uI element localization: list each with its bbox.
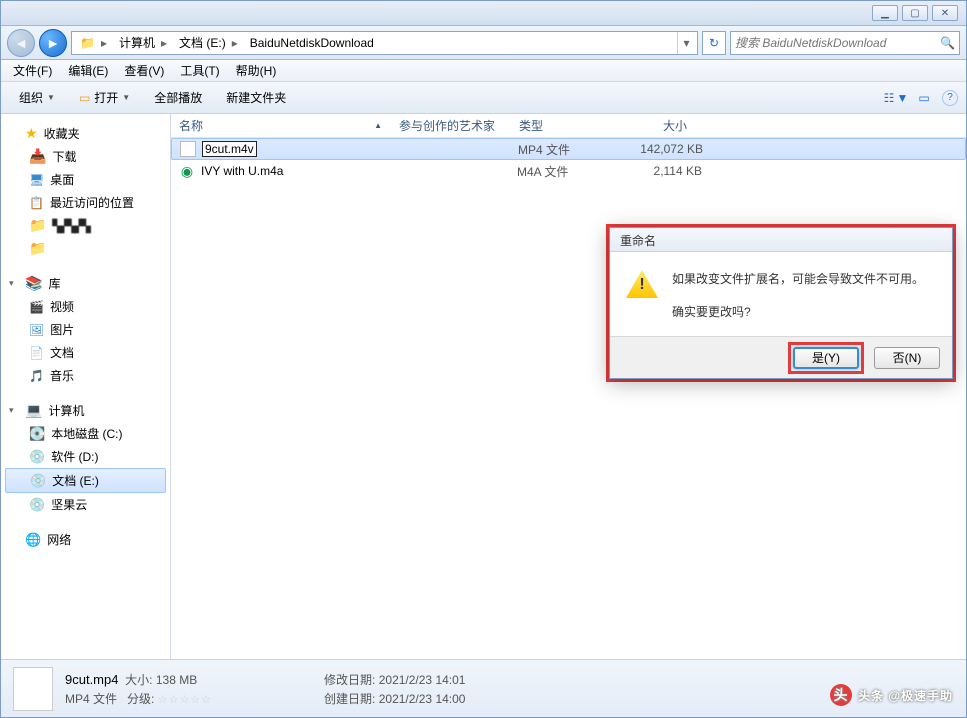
sidebar-computer[interactable]: ▾💻计算机 (1, 399, 170, 422)
sidebar-item-pictures[interactable]: 🖼图片 (1, 318, 170, 341)
search-input[interactable] (735, 36, 940, 50)
sidebar-libraries[interactable]: ▾📚库 (1, 272, 170, 295)
sidebar-favorites[interactable]: ★收藏夹 (1, 122, 170, 145)
yes-button[interactable]: 是(Y) (793, 347, 859, 369)
sidebar-item-drive-d[interactable]: 💿软件 (D:) (1, 445, 170, 468)
search-box[interactable]: 🔍 (730, 31, 960, 55)
preview-pane-button[interactable]: ▭ (914, 88, 934, 108)
sidebar-item-recent[interactable]: 📋最近访问的位置 (1, 191, 170, 214)
column-size[interactable]: 大小 (626, 117, 696, 134)
sidebar-item-music[interactable]: 🎵音乐 (1, 364, 170, 387)
file-area: 名称▲ 参与创作的艺术家 类型 大小 9cut.m4v MP4 文件 142,0… (171, 114, 966, 659)
breadcrumb-folder[interactable]: BaiduNetdiskDownload (244, 36, 380, 50)
sidebar-item-obscured-1[interactable]: 📁▚▞▚▞▚ (1, 214, 170, 237)
menubar: 文件(F) 编辑(E) 查看(V) 工具(T) 帮助(H) (1, 60, 966, 82)
file-icon: ◉ (179, 163, 195, 179)
menu-tools[interactable]: 工具(T) (172, 62, 227, 79)
rating-stars[interactable]: ☆☆☆☆☆ (158, 694, 212, 706)
watermark-logo-icon: 头 (830, 684, 852, 706)
watermark: 头 头条 @极速手助 (830, 684, 953, 706)
search-icon[interactable]: 🔍 (940, 36, 955, 50)
menu-view[interactable]: 查看(V) (116, 62, 172, 79)
sidebar-item-videos[interactable]: 🎬视频 (1, 295, 170, 318)
dialog-highlight: 重命名 如果改变文件扩展名，可能会导致文件不可用。 确实要更改吗? 是(Y) 否… (606, 224, 956, 382)
file-icon (180, 141, 196, 157)
sidebar-network[interactable]: 🌐网络 (1, 528, 170, 551)
status-bar: 9cut.mp4 大小: 138 MB MP4 文件 分级: ☆☆☆☆☆ 修改日… (1, 659, 966, 717)
address-bar: ◄ ► 📁 ▸ 计算机 ▸ 文档 (E:) ▸ BaiduNetdiskDown… (1, 26, 966, 60)
nav-forward-button[interactable]: ► (39, 29, 67, 57)
menu-file[interactable]: 文件(F) (5, 62, 60, 79)
sort-indicator-icon: ▲ (374, 121, 382, 130)
no-button[interactable]: 否(N) (874, 347, 940, 369)
file-row[interactable]: 9cut.m4v MP4 文件 142,072 KB (171, 138, 966, 160)
column-name[interactable]: 名称▲ (171, 117, 391, 134)
column-artist[interactable]: 参与创作的艺术家 (391, 117, 511, 134)
minimize-button[interactable]: ▁ (872, 5, 898, 21)
sidebar-item-documents[interactable]: 📄文档 (1, 341, 170, 364)
yes-button-highlight: 是(Y) (788, 342, 864, 374)
organize-button[interactable]: 组织 ▼ (9, 85, 65, 110)
file-size: 2,114 KB (632, 164, 702, 178)
sidebar-item-obscured-2[interactable]: 📁 (1, 237, 170, 260)
navigation-sidebar: ★收藏夹 📥下载 🖥桌面 📋最近访问的位置 📁▚▞▚▞▚ 📁 ▾📚库 🎬视频 🖼… (1, 114, 171, 659)
column-headers: 名称▲ 参与创作的艺术家 类型 大小 (171, 114, 966, 138)
sidebar-item-desktop[interactable]: 🖥桌面 (1, 168, 170, 191)
new-folder-button[interactable]: 新建文件夹 (216, 85, 296, 110)
maximize-button[interactable]: ▢ (902, 5, 928, 21)
sidebar-item-downloads[interactable]: 📥下载 (1, 145, 170, 168)
breadcrumb-root-icon[interactable]: 📁 ▸ (74, 36, 113, 50)
warning-icon (626, 270, 658, 298)
breadcrumb-dropdown[interactable]: ▾ (677, 32, 695, 54)
main-area: ★收藏夹 📥下载 🖥桌面 📋最近访问的位置 📁▚▞▚▞▚ 📁 ▾📚库 🎬视频 🖼… (1, 114, 966, 659)
sidebar-item-nutcloud[interactable]: 💿坚果云 (1, 493, 170, 516)
rename-dialog: 重命名 如果改变文件扩展名，可能会导致文件不可用。 确实要更改吗? 是(Y) 否… (609, 227, 953, 379)
status-filename: 9cut.mp4 (65, 672, 118, 687)
file-type: MP4 文件 (518, 141, 633, 158)
play-all-button[interactable]: 全部播放 (144, 85, 212, 110)
dialog-title: 重命名 (610, 228, 952, 252)
dialog-message: 如果改变文件扩展名，可能会导致文件不可用。 确实要更改吗? (672, 270, 936, 322)
help-button[interactable]: ? (942, 90, 958, 106)
open-button[interactable]: ▭ 打开 ▼ (69, 85, 140, 110)
breadcrumb[interactable]: 📁 ▸ 计算机 ▸ 文档 (E:) ▸ BaiduNetdiskDownload… (71, 31, 698, 55)
view-mode-button[interactable]: ☷ ▼ (886, 88, 906, 108)
close-button[interactable]: ✕ (932, 5, 958, 21)
file-size: 142,072 KB (633, 142, 703, 156)
sidebar-item-drive-e[interactable]: 💿文档 (E:) (5, 468, 166, 493)
menu-edit[interactable]: 编辑(E) (60, 62, 116, 79)
sidebar-item-drive-c[interactable]: 💽本地磁盘 (C:) (1, 422, 170, 445)
status-thumbnail (13, 667, 53, 711)
file-name: IVY with U.m4a (201, 164, 397, 178)
titlebar: ▁ ▢ ✕ (1, 1, 966, 26)
nav-back-button[interactable]: ◄ (7, 29, 35, 57)
refresh-button[interactable]: ↻ (702, 31, 726, 55)
file-type: M4A 文件 (517, 163, 632, 180)
file-row[interactable]: ◉ IVY with U.m4a M4A 文件 2,114 KB (171, 160, 966, 182)
file-list: 9cut.m4v MP4 文件 142,072 KB ◉ IVY with U.… (171, 138, 966, 659)
breadcrumb-drive[interactable]: 文档 (E:) ▸ (173, 34, 244, 51)
column-type[interactable]: 类型 (511, 117, 626, 134)
toolbar: 组织 ▼ ▭ 打开 ▼ 全部播放 新建文件夹 ☷ ▼ ▭ ? (1, 82, 966, 114)
rename-input[interactable]: 9cut.m4v (202, 141, 257, 157)
menu-help[interactable]: 帮助(H) (228, 62, 285, 79)
breadcrumb-computer[interactable]: 计算机 ▸ (113, 34, 173, 51)
